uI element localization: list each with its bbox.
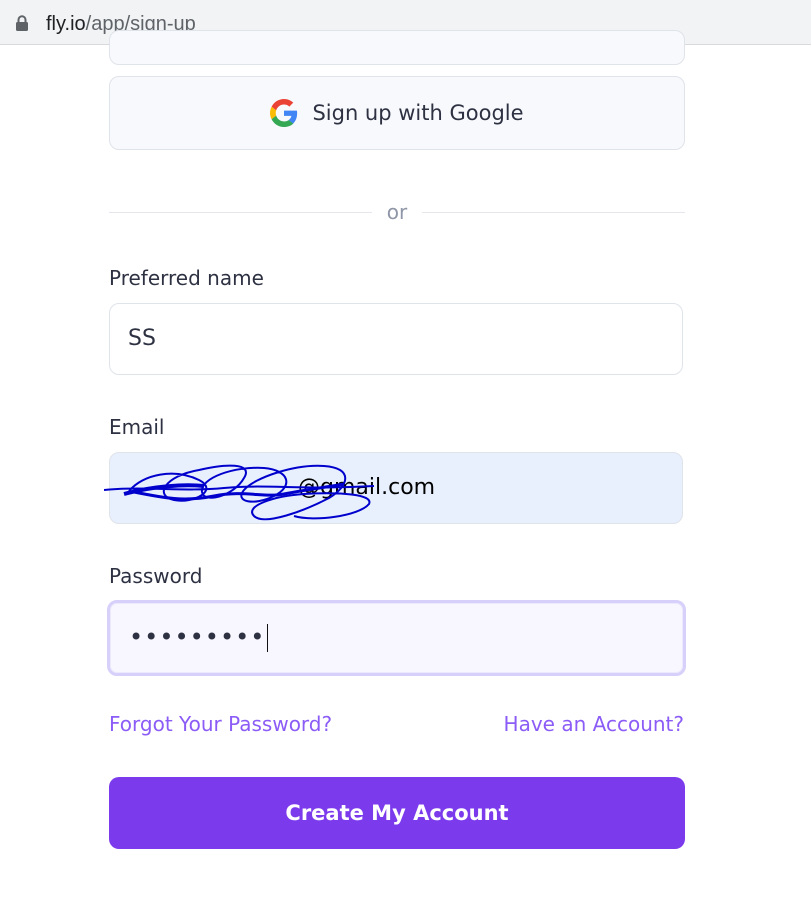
forgot-password-link[interactable]: Forgot Your Password?: [109, 712, 332, 736]
google-icon: [270, 99, 298, 127]
email-value: @gmail.com: [298, 475, 436, 500]
lock-icon: [16, 15, 28, 31]
have-account-link[interactable]: Have an Account?: [504, 712, 684, 736]
url-host: fly.io: [46, 13, 86, 35]
google-signup-button[interactable]: Sign up with Google: [109, 76, 685, 150]
create-account-button[interactable]: Create My Account: [109, 777, 685, 849]
divider-line-right: [422, 212, 685, 213]
preferred-name-label: Preferred name: [109, 266, 264, 290]
preferred-name-value: SS: [128, 326, 156, 351]
google-signup-label: Sign up with Google: [312, 101, 524, 125]
email-label: Email: [109, 415, 165, 439]
password-label: Password: [109, 564, 203, 588]
or-divider: or: [109, 200, 685, 226]
password-mask: •••••••••: [129, 623, 266, 651]
password-input[interactable]: •••••••••: [107, 600, 686, 676]
password-value: •••••••••: [129, 623, 269, 652]
preferred-name-input[interactable]: SS: [109, 303, 683, 375]
text-caret: [267, 624, 269, 652]
email-input[interactable]: @gmail.com: [109, 452, 683, 524]
previous-auth-button[interactable]: [109, 30, 685, 65]
